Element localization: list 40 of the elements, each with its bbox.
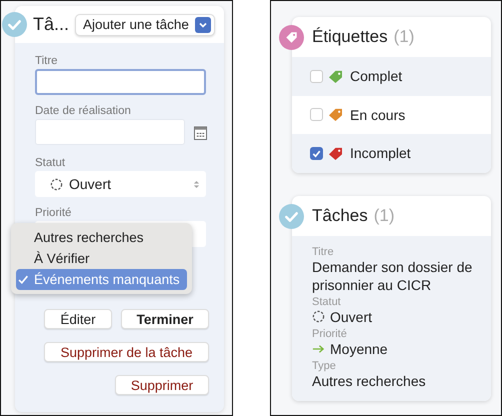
field-label: Titre <box>35 55 59 67</box>
count-label: (1) <box>374 206 395 226</box>
detail-value: Moyenne <box>330 340 388 358</box>
action-button[interactable]: Supprimer <box>115 375 209 395</box>
tag-label: Incomplet <box>350 145 411 162</box>
date-field[interactable] <box>35 119 185 145</box>
status-icon <box>312 310 325 323</box>
detail-label: Titre <box>312 246 335 258</box>
detail-label: Priorité <box>312 328 348 340</box>
status-select[interactable]: Ouvert <box>35 171 206 197</box>
detail-label: Type <box>312 360 337 372</box>
menu-item[interactable]: À Vérifier <box>16 248 187 269</box>
detail-label: Statut <box>312 296 342 308</box>
card-title: Tâches <box>312 206 368 226</box>
chevron-down-icon[interactable] <box>194 16 211 32</box>
action-button[interactable]: Éditer <box>44 309 112 329</box>
checkbox[interactable] <box>310 70 323 83</box>
checkbox[interactable] <box>310 108 323 122</box>
count-label: (1) <box>394 27 414 47</box>
checkbox[interactable] <box>310 146 323 160</box>
input-field[interactable] <box>35 69 206 95</box>
detail-value: Ouvert <box>330 308 372 326</box>
tag-label: En cours <box>350 106 406 123</box>
field-label: Priorité <box>35 207 72 219</box>
action-button[interactable]: Supprimer de la tâche <box>44 342 209 362</box>
field-label: Date de réalisation <box>35 105 132 117</box>
tag-label: Complet <box>350 68 402 84</box>
stepper-arrows-icon <box>193 178 200 190</box>
action-button[interactable]: Terminer <box>121 309 209 329</box>
card-title: Tâ... <box>33 14 70 35</box>
status-icon <box>50 178 63 190</box>
detail-value: Demander son dossier de prisonnier au CICR <box>312 258 474 294</box>
add-task-dropdown[interactable]: Ajouter une tâche <box>75 14 215 36</box>
detail-value: Autres recherches <box>312 372 426 390</box>
field-label: Statut <box>35 157 66 169</box>
card-title: Étiquettes <box>312 27 388 47</box>
checkmark-icon <box>18 274 29 285</box>
menu-item[interactable]: Autres recherches <box>16 227 187 248</box>
calendar-icon[interactable] <box>194 124 207 140</box>
arrow-icon <box>312 344 325 354</box>
